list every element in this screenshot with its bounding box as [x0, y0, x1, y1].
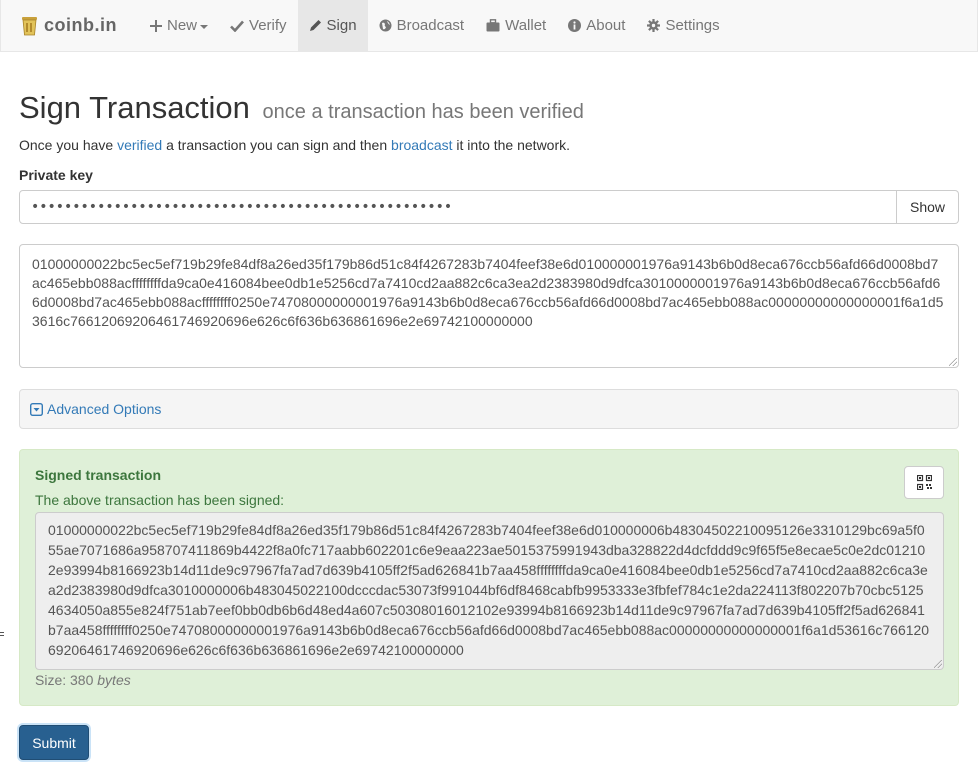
- intro-before: Once you have: [19, 137, 118, 153]
- raw-transaction-textarea[interactable]: 01000000022bc5ec5ef719b29fe84df8a26ed35f…: [19, 244, 959, 368]
- nav-broadcast-label: Broadcast: [396, 17, 465, 34]
- verify-link[interactable]: verified: [117, 137, 162, 153]
- nav-about-label: About: [586, 17, 626, 34]
- private-key-input[interactable]: [19, 190, 897, 224]
- plus-icon: [150, 19, 162, 32]
- intro-text: Once you have verified a transaction you…: [19, 137, 570, 153]
- size-unit: bytes: [97, 672, 131, 688]
- brand-name: coinb.in: [44, 15, 117, 35]
- qrcode-icon: [916, 475, 932, 490]
- navbar: coinb.in New Verify Sign Broadcast Walle…: [0, 0, 978, 52]
- signed-title: Signed transaction: [35, 467, 162, 483]
- intro-middle: a transaction you can sign and then: [162, 137, 392, 153]
- signed-transaction-panel: Signed transaction The above transaction…: [19, 449, 959, 706]
- qr-code-button[interactable]: [904, 466, 944, 499]
- page-subtitle: once a transaction has been verified: [262, 101, 584, 123]
- nav-verify-label: Verify: [249, 17, 287, 34]
- nav-wallet-label: Wallet: [505, 17, 547, 34]
- advanced-options-label: Advanced Options: [47, 401, 162, 417]
- nav-about[interactable]: About: [557, 0, 636, 51]
- signed-transaction-textarea[interactable]: 01000000022bc5ec5ef719b29fe84df8a26ed35f…: [35, 512, 944, 670]
- size-prefix: Size:: [35, 672, 71, 688]
- private-key-group: Show: [19, 190, 959, 224]
- nav-wallet[interactable]: Wallet: [475, 0, 557, 51]
- nav-new-label: New: [167, 17, 198, 34]
- submit-button[interactable]: Submit: [19, 725, 89, 760]
- gear-icon: [647, 19, 661, 32]
- size-value: 380: [70, 672, 94, 688]
- advanced-options-panel: Advanced Options: [19, 389, 959, 429]
- intro-after: it into the network.: [452, 137, 571, 153]
- nav-verify[interactable]: Verify: [219, 0, 298, 51]
- info-icon: [568, 19, 582, 32]
- brand-logo[interactable]: coinb.in: [21, 0, 117, 51]
- edge-marker: [0, 632, 4, 636]
- coin-cup-icon: [22, 16, 37, 35]
- raw-transaction-text: 01000000022bc5ec5ef719b29fe84df8a26ed35f…: [32, 256, 944, 329]
- broadcast-link[interactable]: broadcast: [391, 137, 452, 153]
- size-info: Size: 380 bytes: [35, 672, 131, 688]
- nav-broadcast[interactable]: Broadcast: [368, 0, 476, 51]
- pencil-icon: [309, 20, 321, 31]
- advanced-options-toggle[interactable]: Advanced Options: [30, 401, 161, 417]
- globe-icon: [379, 19, 392, 32]
- page-title-text: Sign Transaction: [19, 90, 250, 125]
- nav-settings[interactable]: Settings: [636, 0, 730, 51]
- page-title: Sign Transaction once a transaction has …: [19, 90, 584, 130]
- nav-new[interactable]: New: [139, 0, 219, 51]
- check-icon: [230, 20, 244, 32]
- signed-transaction-text: 01000000022bc5ec5ef719b29fe84df8a26ed35f…: [48, 522, 930, 658]
- nav-settings-label: Settings: [665, 17, 720, 34]
- collapse-down-icon: [30, 402, 43, 416]
- caret-down-icon: [200, 24, 209, 29]
- nav-sign-label: Sign: [326, 17, 357, 34]
- resize-handle[interactable]: [949, 358, 957, 366]
- main-nav: New Verify Sign Broadcast Wallet About S…: [139, 0, 731, 51]
- resize-handle[interactable]: [934, 660, 942, 668]
- nav-sign[interactable]: Sign: [297, 0, 368, 51]
- briefcase-icon: [486, 19, 500, 32]
- signed-subtitle: The above transaction has been signed:: [35, 492, 285, 508]
- show-key-button[interactable]: Show: [897, 190, 959, 224]
- private-key-label: Private key: [19, 167, 93, 183]
